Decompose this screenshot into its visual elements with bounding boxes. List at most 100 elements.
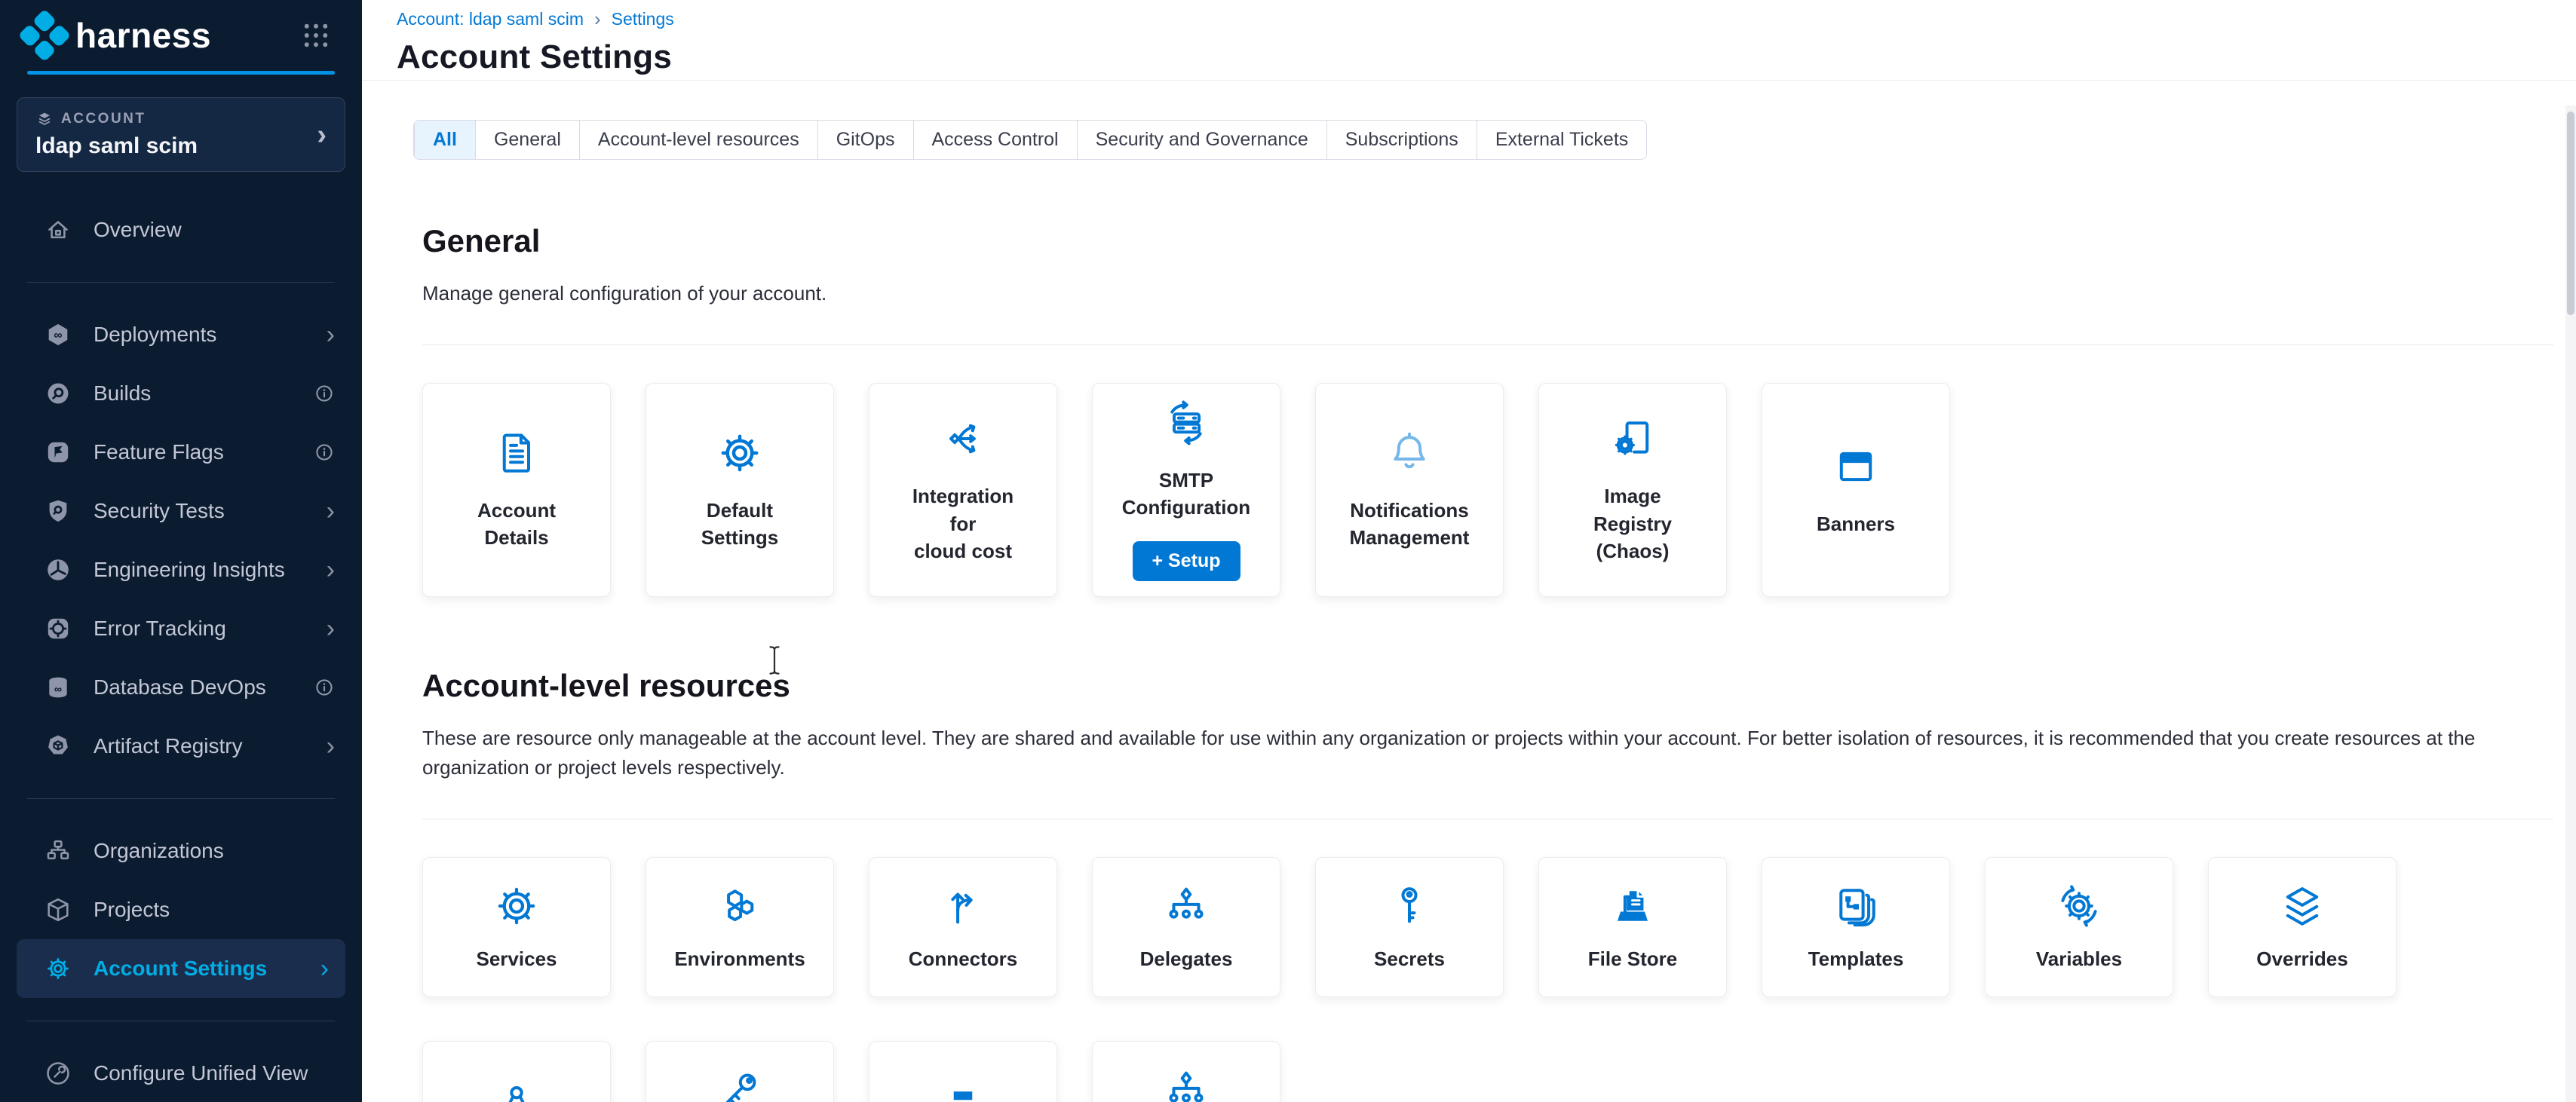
- setup-button[interactable]: + Setup: [1133, 541, 1240, 581]
- svg-text:∞: ∞: [54, 684, 62, 696]
- tab-all[interactable]: All: [414, 121, 475, 159]
- resources-heading: Account-level resources: [422, 668, 2553, 704]
- tab-access-control[interactable]: Access Control: [913, 121, 1077, 159]
- sidebar-item-builds[interactable]: Builds: [0, 364, 362, 423]
- chevron-right-icon: ›: [327, 498, 335, 524]
- sidebar-item-error-tracking[interactable]: Error Tracking ›: [0, 599, 362, 658]
- equals-icon: [939, 1079, 987, 1102]
- chevron-right-icon: ›: [317, 121, 327, 149]
- account-eyebrow-label: ACCOUNT: [61, 111, 146, 127]
- sidebar-item-account-settings[interactable]: Account Settings ›: [17, 939, 345, 998]
- cloud-cost-icon: [939, 415, 987, 463]
- security-tests-icon: [42, 497, 74, 525]
- file-store-icon: [1608, 882, 1657, 930]
- chevron-right-icon: ›: [327, 322, 335, 347]
- info-icon: [314, 442, 335, 463]
- sidebar-item-overview[interactable]: Overview: [0, 201, 362, 259]
- breadcrumb-account-link[interactable]: Account: ldap saml scim: [397, 9, 584, 29]
- card-smtp-configuration[interactable]: SMTP Configuration + Setup: [1092, 383, 1280, 597]
- card-equals[interactable]: [869, 1041, 1057, 1102]
- sidebar-item-engineering-insights[interactable]: Engineering Insights ›: [0, 540, 362, 599]
- info-icon: [314, 677, 335, 698]
- card-notifications-management[interactable]: Notifications Management: [1315, 383, 1504, 597]
- environments-icon: [716, 882, 764, 930]
- default-settings-icon: [716, 429, 764, 477]
- card-integration-for-cloud-cost[interactable]: Integration for cloud cost: [869, 383, 1057, 597]
- card-templates[interactable]: Templates: [1762, 857, 1950, 997]
- card-banners[interactable]: Banners: [1762, 383, 1950, 597]
- harness-logo[interactable]: harness: [26, 15, 211, 56]
- card-feature[interactable]: Feature: [646, 1041, 834, 1102]
- database-devops-icon: ∞: [42, 674, 74, 701]
- variables-icon: [2055, 882, 2103, 930]
- account-scope-card[interactable]: ACCOUNT ldap saml scim ›: [17, 97, 345, 172]
- page-title: Account Settings: [397, 38, 2576, 76]
- settings-tabs: All General Account-level resources GitO…: [413, 120, 1647, 160]
- resources-more-cards-row: Feature DDOP: [422, 1041, 2553, 1102]
- chevron-right-icon: ›: [327, 733, 335, 759]
- sidebar: harness ACCOUNT ldap saml scim ›: [0, 0, 362, 1102]
- card-connectors[interactable]: Connectors: [869, 857, 1057, 997]
- card-account-details[interactable]: Account Details: [422, 383, 611, 597]
- projects-icon: [42, 896, 74, 923]
- smtp-icon: [1162, 399, 1210, 447]
- configure-icon: [42, 1060, 74, 1087]
- card-file-store[interactable]: File Store: [1538, 857, 1727, 997]
- tab-subscriptions[interactable]: Subscriptions: [1326, 121, 1477, 159]
- sidebar-item-artifact-registry[interactable]: Artifact Registry ›: [0, 717, 362, 776]
- notifications-icon: [1385, 429, 1434, 477]
- sidebar-item-deployments[interactable]: ∞ Deployments ›: [0, 305, 362, 364]
- page-header: Account: ldap saml scim › Settings Accou…: [362, 0, 2576, 81]
- breadcrumb: Account: ldap saml scim › Settings: [397, 8, 2576, 31]
- card-image-registry-chaos[interactable]: Image Registry (Chaos): [1538, 383, 1727, 597]
- sidebar-item-configure-unified-view[interactable]: Configure Unified View: [0, 1044, 362, 1102]
- tab-account-level-resources[interactable]: Account-level resources: [579, 121, 817, 159]
- main-content: Account: ldap saml scim › Settings Accou…: [362, 0, 2576, 1102]
- sidebar-accent-rule: [27, 71, 335, 75]
- svg-text:∞: ∞: [54, 329, 62, 342]
- harness-logo-icon: [18, 9, 72, 63]
- card-default-settings[interactable]: Default Settings: [646, 383, 834, 597]
- card-services[interactable]: Services: [422, 857, 611, 997]
- sidebar-item-organizations[interactable]: Organizations: [0, 822, 362, 880]
- sidebar-item-database-devops[interactable]: ∞ Database DevOps: [0, 658, 362, 717]
- sidebar-divider: [27, 282, 335, 283]
- tab-external-tickets[interactable]: External Tickets: [1477, 121, 1646, 159]
- card-variables[interactable]: Variables: [1985, 857, 2173, 997]
- tab-gitops[interactable]: GitOps: [817, 121, 913, 159]
- delegates-icon: [1162, 1066, 1210, 1102]
- card-webhooks[interactable]: [422, 1041, 611, 1102]
- harness-account-settings-screen: harness ACCOUNT ldap saml scim ›: [0, 0, 2576, 1102]
- key-diagonal-icon: [716, 1066, 764, 1102]
- webhooks-icon: [492, 1079, 541, 1102]
- image-registry-icon: [1608, 415, 1657, 463]
- resources-description: These are resource only manageable at th…: [422, 724, 2553, 782]
- card-ddop[interactable]: DDOP: [1092, 1041, 1280, 1102]
- section-divider: [422, 344, 2553, 345]
- sidebar-nav: Overview ∞ Deployments › Builds Feature …: [0, 201, 362, 1102]
- feature-flags-icon: [42, 439, 74, 466]
- general-cards-row: Account Details Default Settings Integra…: [422, 383, 2553, 597]
- card-overrides[interactable]: Overrides: [2208, 857, 2397, 997]
- card-environments[interactable]: Environments: [646, 857, 834, 997]
- organizations-icon: [42, 837, 74, 865]
- builds-icon: [42, 380, 74, 407]
- sidebar-item-projects[interactable]: Projects: [0, 880, 362, 939]
- sidebar-item-security-tests[interactable]: Security Tests ›: [0, 482, 362, 540]
- app-grid-icon[interactable]: [300, 20, 332, 51]
- card-delegates[interactable]: Delegates: [1092, 857, 1280, 997]
- tab-security-and-governance[interactable]: Security and Governance: [1077, 121, 1326, 159]
- scrollbar-thumb[interactable]: [2567, 112, 2574, 315]
- sidebar-item-feature-flags[interactable]: Feature Flags: [0, 423, 362, 482]
- section-general: General Manage general configuration of …: [422, 223, 2553, 597]
- engineering-insights-icon: [42, 556, 74, 583]
- tab-general[interactable]: General: [475, 121, 579, 159]
- breadcrumb-settings-link[interactable]: Settings: [612, 9, 674, 29]
- section-account-level-resources: Account-level resources These are resour…: [422, 668, 2553, 1102]
- card-secrets[interactable]: Secrets: [1315, 857, 1504, 997]
- harness-logo-text: harness: [75, 15, 211, 56]
- vertical-scrollbar[interactable]: [2565, 106, 2576, 1102]
- overrides-icon: [2278, 882, 2326, 930]
- home-icon: [42, 216, 74, 243]
- info-icon: [314, 383, 335, 404]
